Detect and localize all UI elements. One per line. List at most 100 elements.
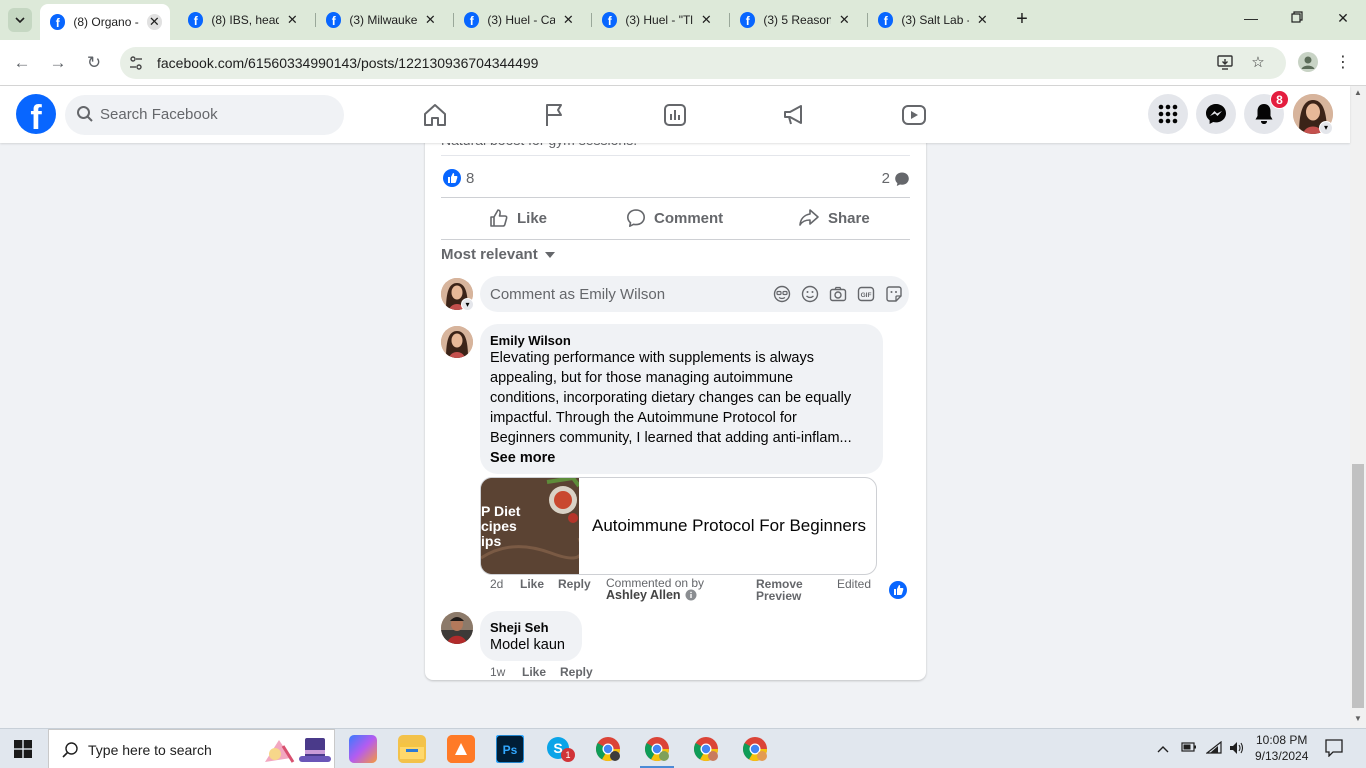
comment-text-line: Beginners community, I learned that addi…: [490, 430, 852, 446]
grid-icon: [1158, 104, 1178, 124]
video-icon[interactable]: [901, 102, 927, 128]
browser-tab-6[interactable]: f (3) Salt Lab - ✕: [868, 6, 998, 34]
tab-search-button[interactable]: [8, 8, 32, 32]
like-button[interactable]: Like: [489, 208, 547, 228]
comment-button-label: Comment: [654, 209, 724, 227]
browser-tab-4[interactable]: f (3) Huel - "Tl ✕: [592, 6, 722, 34]
camera-icon[interactable]: [829, 285, 847, 303]
account-chevron-icon[interactable]: ▾: [1319, 121, 1333, 135]
menu-grid-button[interactable]: [1148, 94, 1188, 134]
gif-icon[interactable]: GIF: [857, 285, 875, 303]
copilot-app-icon[interactable]: [349, 735, 377, 763]
share-button[interactable]: Share: [798, 208, 870, 228]
comment-like-button[interactable]: Like: [520, 577, 544, 591]
link-preview-image-text: P Diet cipes ips: [481, 503, 521, 549]
tab-title: (3) Salt Lab -: [901, 13, 969, 27]
taskbar-clock[interactable]: 10:08 PM 9/13/2024: [1255, 732, 1308, 764]
close-tab-icon[interactable]: ✕: [975, 12, 990, 28]
install-app-icon[interactable]: [1215, 53, 1235, 73]
comment-button[interactable]: Comment: [626, 208, 723, 228]
browser-tab-1[interactable]: f (8) IBS, head ✕: [178, 6, 308, 34]
home-icon[interactable]: [422, 102, 448, 128]
browser-tab-strip: f (8) Organo - ✕ f (8) IBS, head ✕ f (3)…: [0, 0, 1366, 40]
facebook-favicon-icon: f: [740, 12, 756, 28]
commenter-avatar[interactable]: [441, 612, 473, 644]
scroll-up-icon[interactable]: ▲: [1353, 88, 1363, 97]
chrome-app-icon[interactable]: [594, 735, 622, 763]
battery-icon[interactable]: [1181, 741, 1197, 756]
comment-author[interactable]: Emily Wilson: [490, 333, 571, 348]
page-scrollbar[interactable]: ▲ ▼: [1350, 86, 1366, 728]
browser-profile-icon[interactable]: [1298, 52, 1318, 72]
close-tab-icon[interactable]: ✕: [837, 12, 852, 28]
forward-button[interactable]: →: [47, 52, 69, 74]
comment-sort-dropdown[interactable]: Most relevant: [441, 246, 556, 263]
back-button[interactable]: ←: [11, 52, 33, 74]
chevron-down-icon: [15, 17, 25, 23]
chevron-up-icon: [1157, 746, 1169, 753]
photoshop-app-icon[interactable]: Ps: [495, 734, 525, 764]
comment-like-button[interactable]: Like: [522, 665, 546, 679]
bookmark-star-icon[interactable]: ☆: [1248, 53, 1268, 73]
notification-center-icon[interactable]: [1325, 739, 1343, 760]
ads-manager-icon[interactable]: [662, 102, 688, 128]
messenger-button[interactable]: [1196, 94, 1236, 134]
comment-reply-button[interactable]: Reply: [558, 577, 591, 591]
restore-button[interactable]: [1287, 10, 1307, 26]
browser-tab-5[interactable]: f (3) 5 Reason ✕: [730, 6, 860, 34]
chrome-app-icon[interactable]: [692, 735, 720, 763]
comment-like-reaction-icon[interactable]: [889, 581, 907, 599]
sticker-icon[interactable]: [885, 285, 903, 303]
facebook-logo[interactable]: f: [16, 94, 56, 134]
file-explorer-app-icon[interactable]: [398, 735, 426, 763]
pages-flag-icon[interactable]: [542, 102, 568, 128]
like-count[interactable]: 8: [466, 170, 474, 187]
commenter-avatar[interactable]: [441, 326, 473, 358]
info-icon[interactable]: [685, 589, 697, 601]
scroll-down-icon[interactable]: ▼: [1353, 714, 1363, 723]
composer-avatar-chevron-icon[interactable]: ▾: [461, 298, 474, 311]
comment-author[interactable]: Sheji Seh: [490, 620, 549, 635]
commented-by-name[interactable]: Ashley Allen: [606, 589, 681, 602]
comment-timestamp[interactable]: 2d: [490, 577, 503, 591]
close-tab-icon[interactable]: ✕: [699, 12, 714, 28]
facebook-favicon-icon: f: [602, 12, 618, 28]
reload-button[interactable]: ↻: [83, 52, 105, 74]
close-window-button[interactable]: ✕: [1333, 10, 1353, 27]
megaphone-icon[interactable]: [781, 102, 807, 128]
browser-tab-3[interactable]: f (3) Huel - Ca ✕: [454, 6, 584, 34]
skype-app-icon[interactable]: S 1: [545, 735, 575, 763]
show-hidden-icons[interactable]: [1157, 741, 1169, 756]
close-tab-icon[interactable]: ✕: [423, 12, 438, 28]
new-tab-button[interactable]: +: [1012, 9, 1032, 30]
browser-tab-0[interactable]: f (8) Organo - ✕: [40, 4, 170, 40]
close-tab-icon[interactable]: ✕: [285, 12, 300, 28]
comment-input[interactable]: Comment as Emily Wilson GIF: [480, 276, 909, 312]
see-more-link[interactable]: See more: [490, 448, 880, 468]
avatar-sticker-icon[interactable]: [773, 285, 791, 303]
minimize-button[interactable]: —: [1241, 10, 1261, 26]
close-tab-icon[interactable]: ✕: [146, 14, 162, 30]
link-preview-card[interactable]: P Diet cipes ips Autoimmune Protocol For…: [480, 477, 877, 575]
comment-count[interactable]: 2: [882, 170, 910, 187]
like-reaction-icon[interactable]: [443, 169, 461, 187]
site-info-icon[interactable]: [128, 55, 144, 71]
scrollbar-thumb[interactable]: [1352, 464, 1364, 708]
taskbar-app-icon[interactable]: [447, 735, 475, 763]
chrome-app-icon[interactable]: [643, 735, 671, 763]
emoji-icon[interactable]: [801, 285, 819, 303]
remove-preview-button[interactable]: Remove Preview: [756, 578, 803, 602]
close-tab-icon[interactable]: ✕: [561, 12, 576, 28]
network-icon[interactable]: [1205, 740, 1222, 758]
browser-menu-icon[interactable]: ⋮: [1334, 52, 1352, 72]
chrome-app-icon[interactable]: [741, 735, 769, 763]
restore-icon: [1291, 11, 1303, 23]
volume-icon[interactable]: [1229, 741, 1245, 758]
browser-tab-2[interactable]: f (3) Milwauke ✕: [316, 6, 446, 34]
windows-start-icon[interactable]: [14, 740, 32, 758]
address-bar[interactable]: facebook.com/61560334990143/posts/122130…: [120, 47, 1286, 79]
comment-timestamp[interactable]: 1w: [490, 665, 505, 679]
taskbar-search-input[interactable]: Type here to search: [48, 729, 335, 768]
comment-reply-button[interactable]: Reply: [560, 665, 593, 679]
facebook-search-input[interactable]: Search Facebook: [65, 95, 344, 135]
